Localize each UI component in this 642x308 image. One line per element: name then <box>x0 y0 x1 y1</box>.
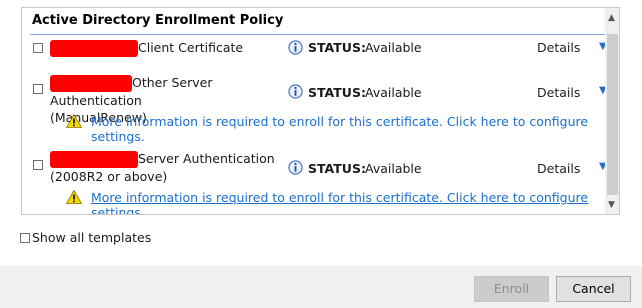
certificate-name-3: Server Authentication (2008R2 or above) <box>50 150 302 185</box>
scroll-up-icon[interactable]: ▲ <box>608 13 615 23</box>
redacted-block <box>50 40 138 57</box>
status-label: STATUS: <box>308 85 366 100</box>
enroll-button[interactable]: Enroll <box>474 276 549 302</box>
warning-icon <box>66 114 82 128</box>
configure-settings-link[interactable]: More information is required to enroll f… <box>91 190 605 214</box>
scroll-down-icon[interactable]: ▼ <box>608 200 615 210</box>
cancel-button[interactable]: Cancel <box>556 276 631 302</box>
status-label: STATUS: <box>308 161 366 176</box>
details-link[interactable]: Details <box>537 40 580 55</box>
status-value: Available <box>365 85 422 100</box>
certificate-checkbox-1[interactable] <box>33 43 43 53</box>
status-label: STATUS: <box>308 40 366 55</box>
dialog-footer: Enroll Cancel <box>0 266 642 308</box>
certificate-name-1: Client Certificate <box>50 39 302 57</box>
enrollment-policy-panel: Active Directory Enrollment Policy Clien… <box>21 7 620 215</box>
redacted-block <box>50 75 132 92</box>
panel-title: Active Directory Enrollment Policy <box>32 13 284 28</box>
info-icon <box>288 40 303 55</box>
show-all-templates-checkbox[interactable] <box>20 233 30 243</box>
certificate-name-suffix: (2008R2 or above) <box>50 169 168 184</box>
certificate-name-text: Client Certificate <box>138 40 244 55</box>
status-value: Available <box>365 161 422 176</box>
certificate-row-1: Client Certificate STATUS: Available Det… <box>30 39 607 64</box>
info-icon <box>288 84 303 99</box>
info-icon <box>288 160 303 175</box>
certificate-checkbox-3[interactable] <box>33 160 43 170</box>
panel-header: Active Directory Enrollment Policy <box>30 12 606 35</box>
redacted-block <box>50 151 138 168</box>
certificate-checkbox-2[interactable] <box>33 84 43 94</box>
certificate-row-3: Server Authentication (2008R2 or above) … <box>30 150 607 214</box>
vertical-scrollbar[interactable]: ▲ ▼ <box>605 8 619 214</box>
certificate-row-2: Other Server Authentication (ManualRenew… <box>30 74 607 144</box>
status-value: Available <box>365 40 422 55</box>
show-all-templates-label: Show all templates <box>32 230 152 245</box>
details-link[interactable]: Details <box>537 85 580 100</box>
configure-settings-link[interactable]: More information is required to enroll f… <box>91 114 605 144</box>
scrollbar-thumb[interactable] <box>607 34 618 195</box>
warning-icon <box>66 190 82 204</box>
certificate-name-text: Server Authentication <box>138 151 275 166</box>
details-link[interactable]: Details <box>537 161 580 176</box>
